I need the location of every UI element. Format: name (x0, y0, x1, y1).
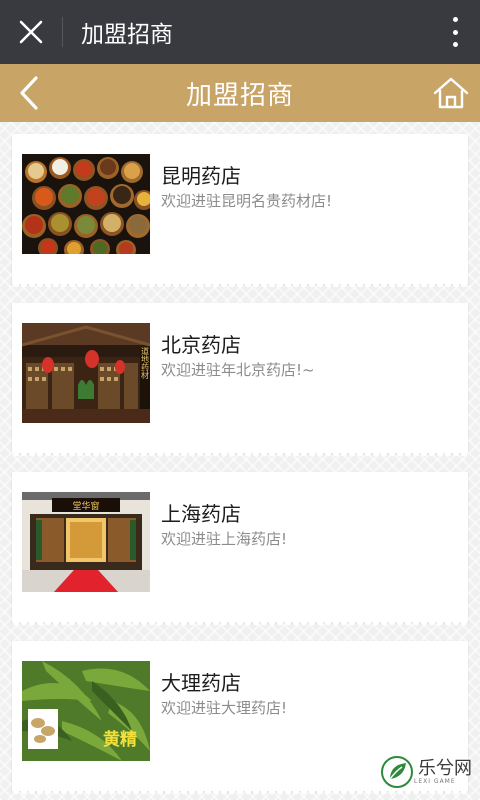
store-description: 欢迎进驻上海药店! (161, 530, 288, 548)
store-thumbnail: 堂华窗 (22, 492, 150, 592)
wechat-page-title: 加盟招商 (81, 22, 173, 48)
store-thumbnail: 黄精 (22, 661, 150, 761)
more-dots-icon (452, 17, 458, 22)
store-thumbnail: 道地药材 (22, 323, 150, 423)
store-name: 大理药店 (161, 671, 241, 695)
pharmacy-interior-image: 道地药材 (22, 323, 150, 423)
storefront-image: 堂华窗 (22, 492, 150, 592)
watermark-name: 乐兮网 (418, 757, 472, 779)
watermark-text-group: 乐兮网 LEXI GAME (414, 757, 472, 785)
list-item[interactable]: 堂华窗 上海药店 欢迎进驻上海药店! (12, 472, 468, 628)
store-description: 欢迎进驻大理药店! (161, 699, 288, 717)
app-header: 加盟招商 (0, 64, 480, 122)
store-description: 欢迎进驻年北京药店!~ (161, 361, 315, 379)
close-button[interactable] (0, 0, 62, 64)
store-thumbnail (22, 154, 150, 254)
site-watermark: 乐兮网 LEXI GAME (380, 752, 472, 792)
store-name: 北京药店 (161, 333, 241, 357)
home-button[interactable] (432, 76, 470, 110)
store-list: 昆明药店 欢迎进驻昆明名贵药材店! 道地药材 北京药店 欢迎进驻年北京药店!~ … (0, 122, 480, 800)
list-item[interactable]: 道地药材 北京药店 欢迎进驻年北京药店!~ (12, 303, 468, 459)
spices-image (22, 154, 150, 254)
sign-char-1: 道地药材 (141, 346, 150, 379)
store-sign-text: 堂华窗 (72, 500, 99, 512)
herb-plant-image: 黄精 (22, 661, 150, 761)
chevron-left-icon (20, 76, 38, 110)
watermark-subtitle: LEXI GAME (414, 777, 456, 785)
more-dot (452, 42, 458, 47)
list-item[interactable]: 昆明药店 欢迎进驻昆明名贵药材店! (12, 134, 468, 290)
store-name: 昆明药店 (161, 164, 241, 188)
more-menu-button[interactable] (448, 15, 462, 49)
herb-overlay-text: 黄精 (103, 729, 137, 750)
home-icon (433, 77, 469, 109)
store-description: 欢迎进驻昆明名贵药材店! (161, 192, 333, 210)
back-button[interactable] (14, 74, 46, 112)
wechat-title-bar: 加盟招商 (0, 0, 480, 64)
leaf-logo-icon (381, 756, 413, 788)
close-icon (19, 20, 43, 44)
divider (62, 17, 63, 47)
more-dot (452, 29, 458, 35)
page-title: 加盟招商 (185, 80, 294, 111)
store-name: 上海药店 (161, 502, 241, 526)
